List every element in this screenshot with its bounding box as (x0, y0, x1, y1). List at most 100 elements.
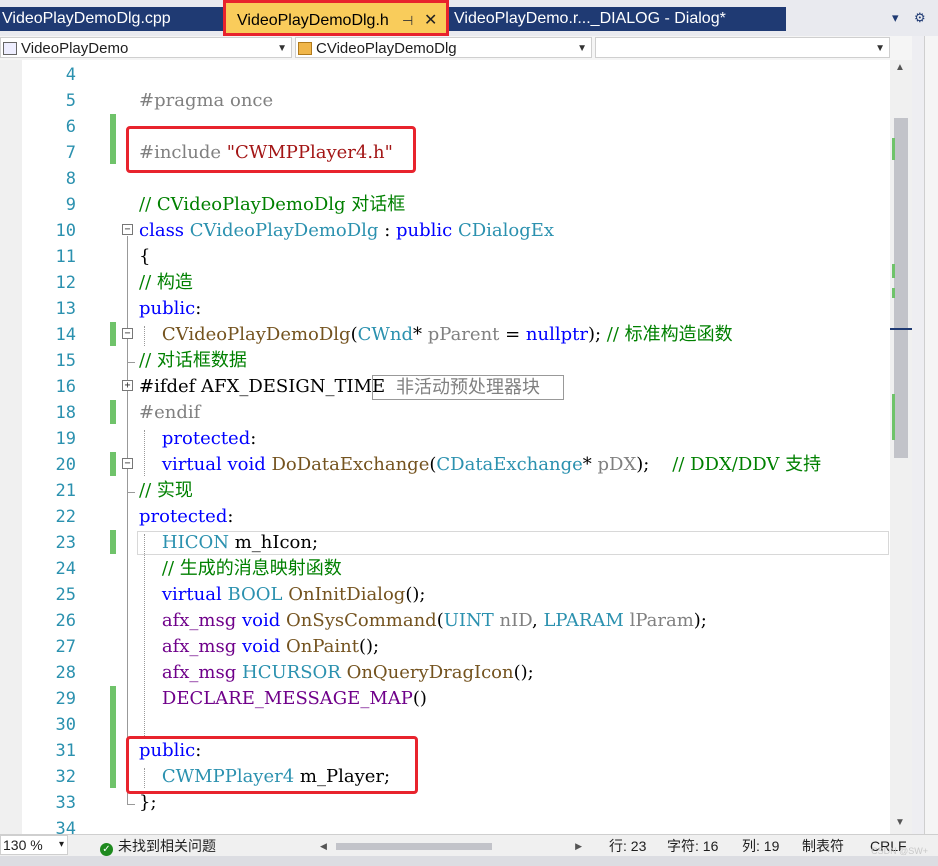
code-token: protected (161, 428, 251, 449)
tab-videoplaydemodlg-h[interactable]: VideoPlayDemoDlg.h ⊣ ✕ (223, 0, 449, 36)
vertical-scrollbar[interactable]: ▲ ▼ (890, 60, 912, 834)
code-line: { (139, 244, 150, 270)
tab-dropdown-icon[interactable]: ▾ (892, 10, 899, 26)
project-icon (3, 42, 17, 55)
hscroll-thumb[interactable] (336, 843, 492, 850)
scroll-left-icon[interactable]: ◀ (320, 835, 327, 857)
code-token: lParam (629, 610, 694, 631)
code-token: * (413, 324, 428, 345)
tab-dialog-resource[interactable]: VideoPlayDemo.r..._DIALOG - Dialog* (449, 7, 786, 31)
code-line: public: (139, 296, 201, 322)
code-token: #ifdef AFX_DESIGN_TIME (139, 376, 386, 397)
member-combo[interactable]: ▼ (595, 37, 890, 58)
code-token: }; (139, 792, 157, 813)
outline-collapse-icon[interactable]: − (122, 224, 133, 235)
inactive-preprocessor-block[interactable]: 非活动预处理器块 (372, 375, 564, 400)
outline-expand-icon[interactable]: + (122, 380, 133, 391)
code-line: afx_msg HCURSOR OnQueryDragIcon(); (139, 660, 534, 686)
outline-end (127, 804, 135, 805)
code-line: afx_msg void OnPaint(); (139, 634, 379, 660)
line-number: 9 (65, 195, 76, 215)
code-token: protected (139, 506, 228, 527)
outline-collapse-icon[interactable]: − (122, 328, 133, 339)
code-line: // 生成的消息映射函数 (139, 556, 342, 582)
code-token: void (227, 454, 272, 475)
change-bar (110, 322, 116, 346)
line-number: 12 (55, 273, 76, 293)
class-combo[interactable]: CVideoPlayDemoDlg ▼ (295, 37, 592, 58)
code-token: #endif (139, 402, 201, 423)
change-mark (892, 138, 895, 160)
line-number: 30 (55, 715, 76, 735)
code-token: // 生成的消息映射函数 (161, 558, 342, 579)
code-token: * (582, 454, 598, 475)
close-icon[interactable]: ✕ (424, 3, 437, 33)
char-indicator[interactable]: 字符: 16 (667, 835, 718, 857)
code-line: // 对话框数据 (139, 348, 247, 374)
row-indicator[interactable]: 行: 23 (609, 835, 646, 857)
issues-indicator[interactable]: ✓ 未找到相关问题 (100, 835, 216, 857)
code-token: ); (693, 610, 707, 631)
tab-label: VideoPlayDemoDlg.h (237, 12, 389, 29)
chevron-down-icon: ▼ (577, 43, 587, 54)
code-token: : (378, 220, 396, 241)
code-token: afx_msg (161, 662, 242, 683)
tab-mode-indicator[interactable]: 制表符 (802, 835, 844, 857)
highlight-box-include (126, 126, 416, 173)
line-number: 14 (55, 325, 76, 345)
window-bottom-edge (0, 856, 938, 866)
change-bar (110, 400, 116, 424)
document-tab-bar: VideoPlayDemoDlg.cpp VideoPlayDemoDlg.h … (0, 0, 938, 36)
outline-end (127, 492, 135, 493)
caret-marker (890, 328, 912, 330)
code-token: class (139, 220, 190, 241)
scroll-right-icon[interactable]: ▶ (575, 835, 582, 857)
change-bar (110, 530, 116, 554)
line-number: 24 (55, 559, 76, 579)
code-token: CWnd (357, 324, 414, 345)
code-token: public (395, 220, 458, 241)
line-number: 5 (65, 91, 76, 111)
code-editor[interactable]: 4 5 6 7 8 9 10 11 12 13 14 15 16 18 19 20 21 22 23 24 25 26 27… (0, 60, 912, 834)
code-token: : (227, 506, 234, 527)
zoom-combo[interactable]: 130 % ▾ (0, 835, 68, 855)
line-number: 22 (55, 507, 76, 527)
col-indicator[interactable]: 列: 19 (742, 835, 779, 857)
gear-icon[interactable]: ⚙ (914, 10, 926, 26)
horizontal-scrollbar[interactable]: ◀ ▶ (320, 840, 582, 852)
code-token: nID (499, 610, 533, 631)
code-token: = (499, 324, 526, 345)
line-number: 6 (65, 117, 76, 137)
tab-videoplaydemodlg-cpp[interactable]: VideoPlayDemoDlg.cpp (0, 7, 228, 31)
code-token: public (139, 298, 196, 319)
code-line: CVideoPlayDemoDlg(CWnd* pParent = nullpt… (139, 322, 733, 348)
code-line: protected: (139, 426, 256, 452)
outline-collapse-icon[interactable]: − (122, 458, 133, 469)
scroll-up-icon[interactable]: ▲ (895, 62, 905, 73)
pin-icon[interactable]: ⊣ (402, 3, 413, 33)
line-number: 25 (55, 585, 76, 605)
code-line: afx_msg void OnSysCommand(UINT nID, LPAR… (139, 608, 707, 634)
line-number: 31 (55, 741, 76, 761)
line-number: 28 (55, 663, 76, 683)
code-token: DECLARE_MESSAGE_MAP (161, 688, 413, 709)
side-panel-tab[interactable] (924, 36, 938, 834)
code-token: LPARAM (543, 610, 630, 631)
scroll-thumb[interactable] (894, 118, 908, 458)
code-token: // 构造 (139, 272, 193, 293)
code-line: // 构造 (139, 270, 193, 296)
editor-status-bar: 130 % ▾ ✓ 未找到相关问题 ◀ ▶ 行: 23 字符: 16 列: 19 … (0, 834, 938, 857)
code-token: (); (358, 636, 380, 657)
change-bar (110, 114, 116, 164)
chevron-down-icon: ▼ (277, 43, 287, 54)
issues-text: 未找到相关问题 (118, 838, 216, 854)
code-token: OnQueryDragIcon (346, 662, 514, 683)
scroll-down-icon[interactable]: ▼ (895, 817, 905, 828)
project-combo[interactable]: VideoPlayDemo ▼ (0, 37, 292, 58)
code-token: BOOL (227, 584, 289, 605)
code-line: #endif (139, 400, 200, 426)
